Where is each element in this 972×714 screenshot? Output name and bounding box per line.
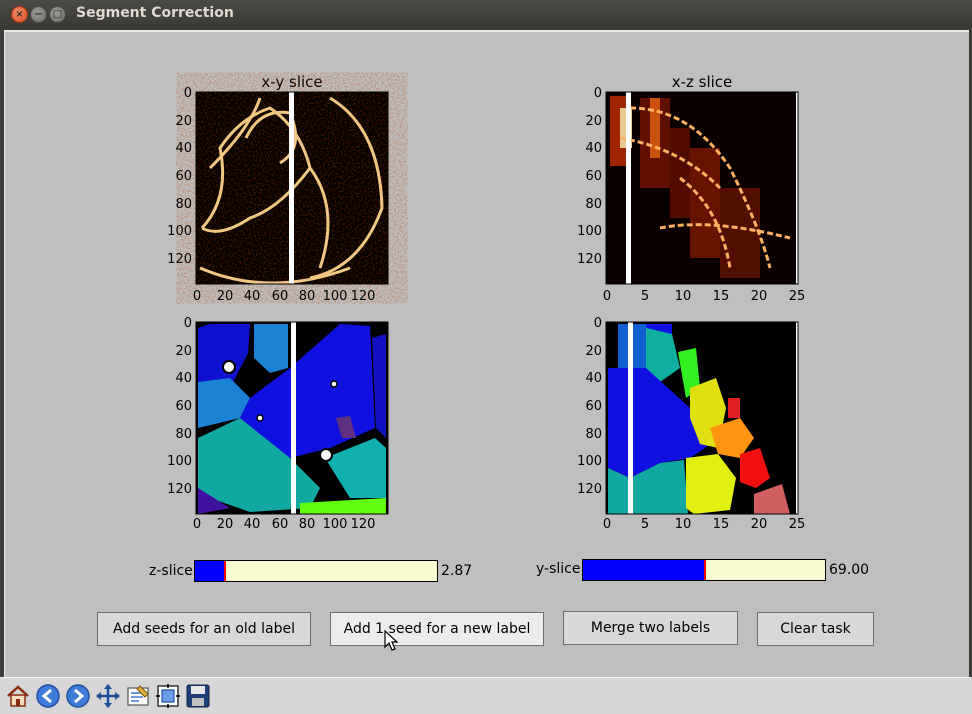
xyl-xtick-6: 120 (351, 517, 376, 532)
pan-icon[interactable] (95, 683, 121, 709)
xzl-ytick-6: 120 (577, 482, 602, 497)
navigation-toolbar (0, 677, 972, 714)
xzl-xtick-0: 0 (603, 517, 611, 532)
minimize-icon[interactable]: − (30, 6, 47, 23)
xy-slice-title: x-y slice (261, 73, 322, 91)
z-slice-label: z-slice (149, 563, 193, 579)
title-bar: × − □ Segment Correction (0, 0, 972, 28)
xyl-xtick-3: 60 (272, 517, 289, 532)
xz-ytick-4: 80 (585, 197, 602, 212)
maximize-icon[interactable]: □ (49, 6, 66, 23)
xy-ytick-3: 60 (175, 169, 192, 184)
add-seeds-old-label-button[interactable]: Add seeds for an old label (97, 612, 311, 646)
forward-icon[interactable] (65, 683, 91, 709)
xz-ytick-0: 0 (594, 86, 602, 101)
save-icon[interactable] (185, 683, 211, 709)
xz-labels-plot[interactable]: 0 20 40 60 80 100 120 0 5 10 15 20 25 (560, 298, 820, 538)
xzl-ytick-3: 60 (585, 399, 602, 414)
home-icon[interactable] (5, 683, 31, 709)
xyl-ytick-0: 0 (184, 316, 192, 331)
xz-slice-plot[interactable]: x-z slice 0 20 40 60 80 100 120 0 5 10 1… (560, 68, 820, 308)
xz-ytick-2: 40 (585, 141, 602, 156)
xz-ytick-1: 20 (585, 114, 602, 129)
xy-ytick-6: 120 (167, 252, 192, 267)
xyl-ytick-2: 40 (175, 371, 192, 386)
z-slice-fill (195, 561, 227, 581)
xz-slice-title: x-z slice (672, 73, 733, 91)
xzl-xtick-5: 25 (789, 517, 806, 532)
add-seed-new-label-button[interactable]: Add 1 seed for a new label (330, 612, 544, 646)
xy-ytick-5: 100 (167, 224, 192, 239)
window-title: Segment Correction (76, 5, 234, 21)
xzl-xtick-3: 15 (713, 517, 730, 532)
y-slice-value: 69.00 (829, 562, 870, 578)
xy-labels-plot[interactable]: 0 20 40 60 80 100 120 0 20 40 60 80 100 … (150, 298, 410, 538)
subplots-icon[interactable] (155, 683, 181, 709)
xy-ytick-1: 20 (175, 114, 192, 129)
xzl-ytick-4: 80 (585, 427, 602, 442)
merge-labels-button[interactable]: Merge two labels (563, 611, 738, 645)
z-slice-value: 2.87 (441, 563, 473, 579)
configure-icon[interactable] (125, 683, 151, 709)
y-slice-fill (583, 560, 706, 580)
xz-ytick-5: 100 (577, 224, 602, 239)
xy-ytick-0: 0 (184, 86, 192, 101)
xy-ytick-2: 40 (175, 141, 192, 156)
back-icon[interactable] (35, 683, 61, 709)
xzl-ytick-2: 40 (585, 371, 602, 386)
xy-slice-plot[interactable]: x-y slice 0 20 40 60 80 100 120 0 20 40 … (150, 68, 410, 308)
xyl-ytick-4: 80 (175, 427, 192, 442)
xz-ytick-3: 60 (585, 169, 602, 184)
xzl-ytick-0: 0 (594, 316, 602, 331)
xyl-xtick-0: 0 (193, 517, 201, 532)
xyl-ytick-3: 60 (175, 399, 192, 414)
clear-task-button[interactable]: Clear task (757, 612, 874, 646)
y-slice-label: y-slice (536, 561, 581, 577)
xzl-xtick-4: 20 (751, 517, 768, 532)
xyl-xtick-2: 40 (244, 517, 261, 532)
z-slice-slider[interactable] (194, 560, 438, 582)
xzl-ytick-5: 100 (577, 454, 602, 469)
mouse-cursor-icon (384, 630, 399, 651)
xz-ytick-6: 120 (577, 252, 602, 267)
xyl-xtick-4: 80 (299, 517, 316, 532)
xyl-xtick-5: 100 (323, 517, 348, 532)
close-icon[interactable]: × (11, 6, 28, 23)
xyl-ytick-5: 100 (167, 454, 192, 469)
xyl-ytick-6: 120 (167, 482, 192, 497)
xzl-xtick-2: 10 (675, 517, 692, 532)
xyl-xtick-1: 20 (217, 517, 234, 532)
xyl-ytick-1: 20 (175, 344, 192, 359)
xzl-ytick-1: 20 (585, 344, 602, 359)
xzl-xtick-1: 5 (641, 517, 649, 532)
y-slice-slider[interactable] (582, 559, 826, 581)
xy-ytick-4: 80 (175, 197, 192, 212)
